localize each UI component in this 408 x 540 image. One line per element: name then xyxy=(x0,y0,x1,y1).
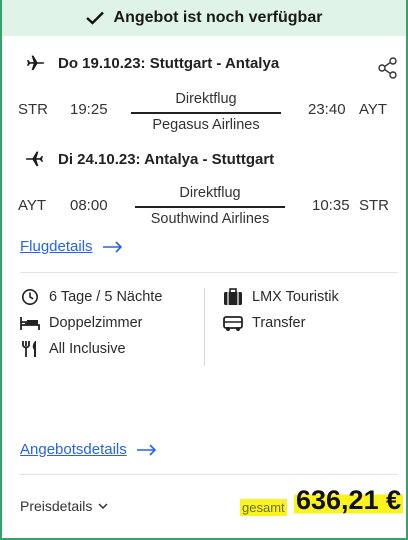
suitcase-icon xyxy=(224,288,242,305)
bus-icon xyxy=(223,316,243,331)
return-to-code: STR xyxy=(359,197,389,214)
price-details-toggle[interactable]: Preisdetails xyxy=(20,498,108,514)
return-dep-time: 08:00 xyxy=(70,197,108,214)
outbound-arr-time: 23:40 xyxy=(308,101,346,118)
arrow-right-icon xyxy=(102,240,122,253)
return-header: Di 24.10.23: Antalya - Stuttgart xyxy=(24,148,274,170)
cutlery-icon xyxy=(22,341,36,357)
return-title: Di 24.10.23: Antalya - Stuttgart xyxy=(58,150,275,168)
outbound-to-code: AYT xyxy=(359,101,388,118)
outbound-header: Do 19.10.23: Stuttgart - Antalya xyxy=(24,52,279,74)
room-feature: Doppelzimmer xyxy=(20,314,142,332)
operator-feature: LMX Touristik xyxy=(223,288,339,306)
total-label: gesamt xyxy=(240,499,287,516)
room-text: Doppelzimmer xyxy=(49,315,143,331)
return-arr-time: 10:35 xyxy=(312,197,350,214)
flight-details-label: Flugdetails xyxy=(20,238,93,255)
return-row: AYT 08:00 Direktflug Southwind Airlines … xyxy=(2,184,406,234)
outbound-from-code: STR xyxy=(18,101,48,118)
arrow-right-icon xyxy=(136,443,156,456)
offer-details-label: Angebotsdetails xyxy=(20,441,127,458)
availability-banner: Angebot ist noch verfügbar xyxy=(2,0,406,36)
outbound-row: STR 19:25 Direktflug Pegasus Airlines 23… xyxy=(2,90,406,140)
operator-text: LMX Touristik xyxy=(252,289,339,305)
divider xyxy=(20,272,398,273)
clock-icon xyxy=(21,288,39,306)
outbound-flight-type: Direktflug xyxy=(175,91,237,107)
outbound-dep-time: 19:25 xyxy=(70,101,108,118)
price-details-label: Preisdetails xyxy=(20,498,93,514)
bed-icon xyxy=(20,317,40,330)
outbound-airline: Pegasus Airlines xyxy=(152,117,260,133)
plane-right-icon xyxy=(26,55,45,71)
divider xyxy=(20,474,398,475)
chevron-down-icon xyxy=(98,503,108,509)
return-airline: Southwind Airlines xyxy=(150,211,270,227)
return-route-line xyxy=(135,206,285,208)
feature-divider xyxy=(204,288,205,366)
outbound-title: Do 19.10.23: Stuttgart - Antalya xyxy=(58,54,280,72)
return-from-code: AYT xyxy=(18,197,47,214)
offer-card: Angebot ist noch verfügbar Do 19.10.23: … xyxy=(0,0,408,540)
share-icon[interactable] xyxy=(378,57,398,79)
total-price: 636,21 € xyxy=(294,485,404,516)
transfer-feature: Transfer xyxy=(223,314,305,332)
plane-left-icon xyxy=(25,151,44,167)
outbound-route-line xyxy=(131,112,281,114)
check-icon xyxy=(85,11,104,25)
board-text: All Inclusive xyxy=(49,341,126,357)
duration-text: 6 Tage / 5 Nächte xyxy=(49,289,163,305)
duration-feature: 6 Tage / 5 Nächte xyxy=(20,288,162,306)
availability-text: Angebot ist noch verfügbar xyxy=(113,9,323,26)
transfer-text: Transfer xyxy=(252,315,306,331)
flight-details-link[interactable]: Flugdetails xyxy=(20,238,123,255)
offer-details-link[interactable]: Angebotsdetails xyxy=(20,441,157,458)
board-feature: All Inclusive xyxy=(20,340,126,358)
return-flight-type: Direktflug xyxy=(179,185,241,201)
